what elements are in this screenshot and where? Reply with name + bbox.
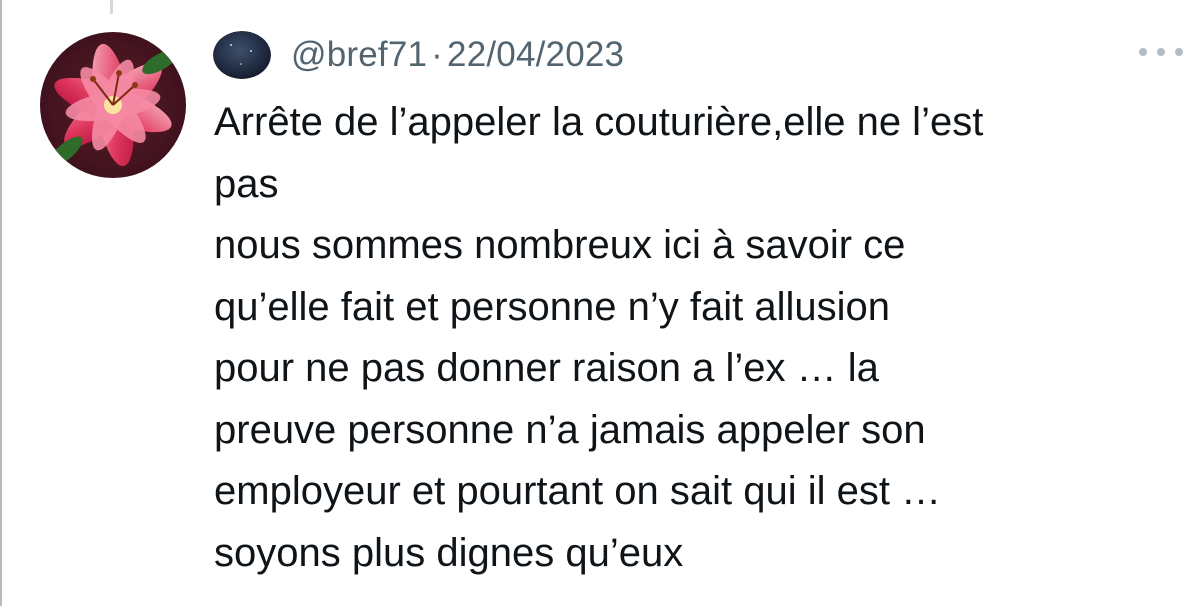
night-sky-icon <box>213 31 271 79</box>
tweet-text: Arrête de l’appeler la couturière,elle n… <box>214 92 1174 584</box>
tweet: @bref71 · 22/04/2023 Arrête de l’appeler… <box>0 0 1199 606</box>
tweet-text-line: nous sommes nombreux ici à savoir ce <box>214 223 906 267</box>
tweet-text-line: pour ne pas donner raison a l’ex … la <box>214 346 879 390</box>
user-handle[interactable]: @bref71 <box>291 35 427 75</box>
tweet-header: @bref71 · 22/04/2023 <box>213 30 624 80</box>
tweet-text-line: Arrête de l’appeler la couturière,elle n… <box>214 100 984 144</box>
tweet-text-line: soyons plus dignes qu’eux <box>214 530 684 575</box>
tweet-text-line: preuve personne n’a jamais appeler son <box>214 407 926 452</box>
more-dot <box>1157 48 1165 56</box>
tweet-text-line: pas <box>214 161 279 206</box>
lily-flower-icon <box>40 32 186 178</box>
more-dot <box>1175 48 1183 56</box>
account-avatar[interactable] <box>213 31 271 79</box>
header-separator: · <box>431 35 444 74</box>
tweet-text-line: qu’elle fait et personne n’y fait allusi… <box>214 284 890 329</box>
tweet-date[interactable]: 22/04/2023 <box>447 35 624 75</box>
more-dot <box>1139 48 1147 56</box>
avatar[interactable] <box>40 32 186 178</box>
tweet-text-line: employeur et pourtant on sait qui il est… <box>214 469 942 513</box>
more-options-icon[interactable] <box>1139 40 1183 64</box>
